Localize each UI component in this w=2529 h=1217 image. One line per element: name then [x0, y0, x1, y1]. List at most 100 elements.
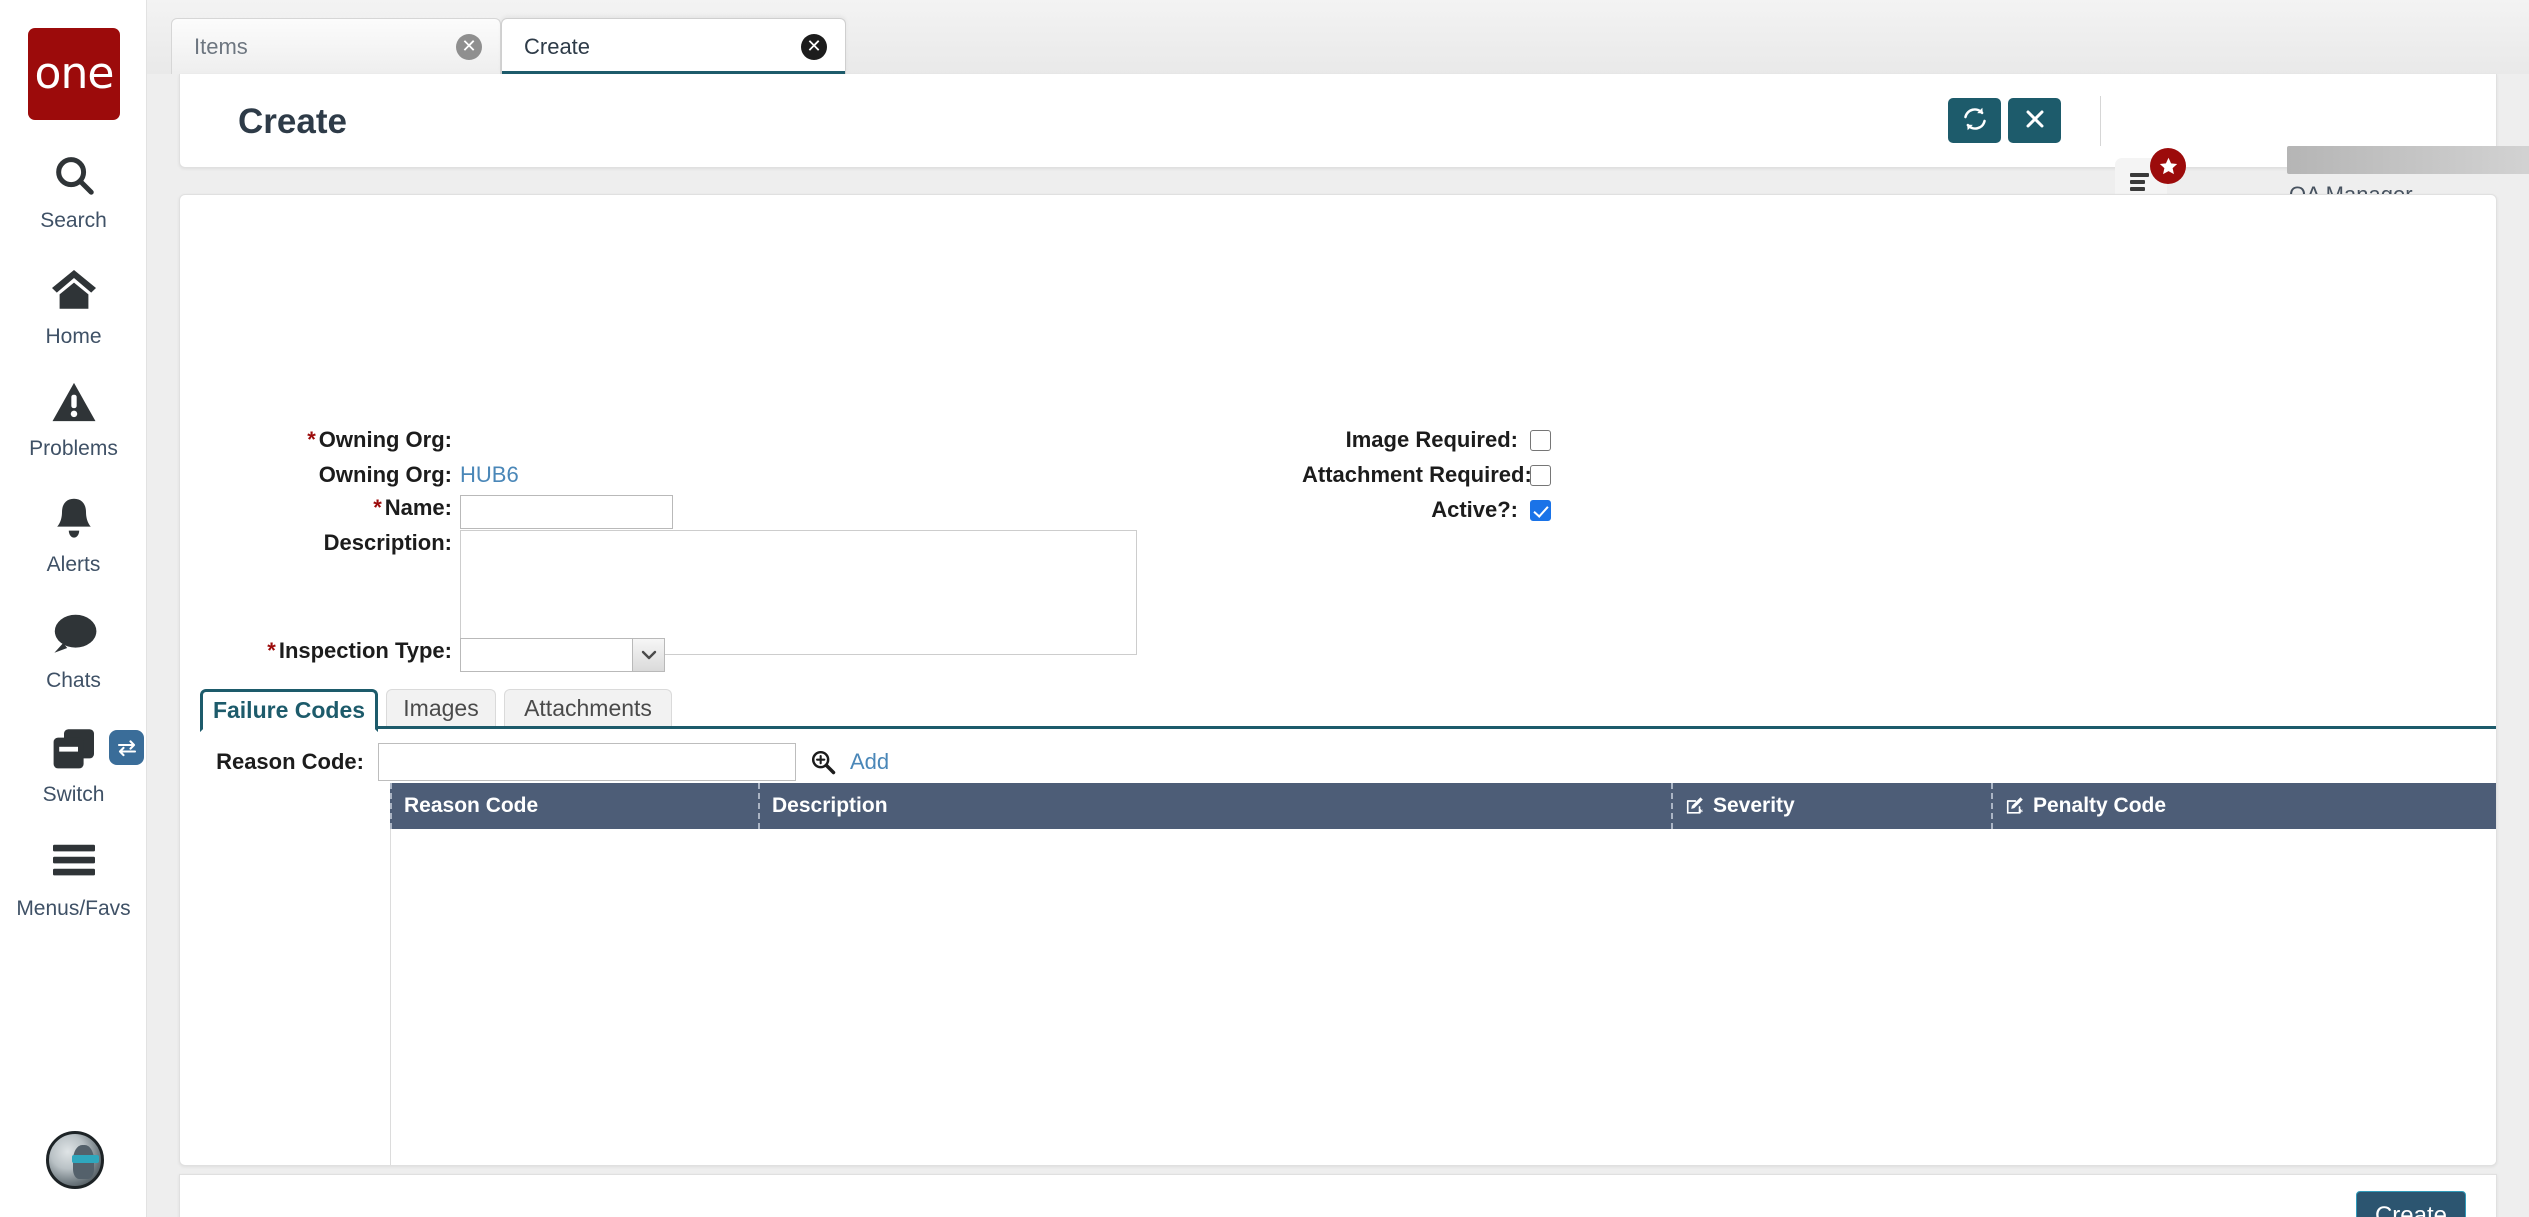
sidebar-item-label: Switch: [42, 783, 105, 806]
inspection-type-select[interactable]: [460, 638, 665, 672]
search-icon: [51, 152, 97, 202]
star-icon[interactable]: [2150, 148, 2186, 184]
page-body: Create * Owning Org: Owning Org: HUB6 * …: [147, 74, 2529, 1217]
reason-code-input[interactable]: [378, 743, 796, 781]
sidebar-item-problems[interactable]: Problems: [0, 380, 147, 461]
tab-images[interactable]: Images: [386, 689, 496, 726]
field-attachment-required: Attachment Required:: [1302, 462, 1551, 488]
field-label: Image Required:: [1345, 427, 1518, 452]
tab-label: Attachments: [524, 694, 652, 721]
sidebar-item-label: Menus/Favs: [16, 897, 131, 920]
field-description: Description:: [200, 530, 1180, 655]
avatar-visor-shape: [71, 1154, 99, 1164]
edit-pencil-icon: *: [1685, 796, 1705, 816]
svg-text:*: *: [1699, 807, 1704, 816]
field-active: Active?:: [1302, 497, 1551, 523]
failure-codes-table-body: [390, 829, 2496, 1165]
tab-failure-codes[interactable]: Failure Codes: [200, 689, 378, 732]
required-asterisk: *: [307, 427, 316, 452]
left-navigation-rail: one Search Home Problems Alerts Chats Sw…: [0, 0, 147, 1217]
tab-create[interactable]: Create ✕: [501, 18, 846, 74]
avatar[interactable]: [46, 1131, 104, 1189]
active-checkbox[interactable]: [1530, 499, 1551, 521]
field-label: * Name:: [373, 495, 452, 520]
failure-codes-table-header: Reason Code Description * Severity * Pen…: [390, 783, 2496, 829]
field-label: Description:: [323, 530, 452, 555]
attachment-required-checkbox[interactable]: [1530, 464, 1551, 486]
column-label: Description: [772, 794, 888, 817]
page-footer-bar: Create: [179, 1174, 2497, 1217]
owning-org-value-link[interactable]: HUB6: [460, 462, 519, 488]
description-textarea[interactable]: [460, 530, 1137, 655]
tab-items[interactable]: Items ✕: [171, 18, 501, 74]
edit-pencil-icon: *: [2005, 796, 2025, 816]
close-circle-icon[interactable]: ✕: [801, 33, 827, 60]
column-label: Reason Code: [404, 794, 539, 817]
brand-logo[interactable]: one: [28, 28, 120, 120]
user-name-redacted: [2287, 146, 2529, 174]
field-inspection-type: * Inspection Type:: [200, 638, 900, 672]
column-header-severity[interactable]: * Severity: [1671, 783, 1991, 829]
sidebar-item-label: Search: [40, 209, 107, 232]
reason-code-filter-row: Reason Code: Add: [200, 743, 889, 781]
sidebar-item-alerts[interactable]: Alerts: [0, 496, 147, 577]
field-name: * Name:: [200, 495, 900, 529]
field-label: * Inspection Type:: [267, 638, 452, 663]
chat-bubble-icon: [50, 612, 98, 662]
brand-logo-text: one: [34, 48, 115, 99]
sidebar-item-label: Home: [45, 325, 102, 348]
field-label: Active?:: [1431, 497, 1518, 522]
svg-text:*: *: [2019, 807, 2024, 816]
header-divider: [2100, 96, 2101, 146]
column-label: Severity: [1713, 794, 1795, 817]
form-content-card: * Owning Org: Owning Org: HUB6 * Name: Des…: [179, 194, 2497, 1166]
sidebar-item-home[interactable]: Home: [0, 268, 147, 349]
sidebar-item-chats[interactable]: Chats: [0, 612, 147, 693]
tab-label: Failure Codes: [212, 697, 366, 723]
field-label: Owning Org:: [318, 462, 452, 487]
sidebar-item-label: Chats: [46, 669, 101, 692]
tab-label: Create: [524, 33, 591, 59]
section-tab-bar: Failure Codes Images Attachments: [200, 689, 2496, 732]
tab-attachments[interactable]: Attachments: [504, 689, 672, 726]
image-required-checkbox[interactable]: [1530, 429, 1551, 451]
bell-icon: [52, 496, 96, 546]
browser-tab-strip: Items ✕ Create ✕: [147, 0, 2529, 74]
x-icon: [2024, 108, 2046, 133]
tab-label: Items: [194, 33, 248, 59]
sidebar-item-search[interactable]: Search: [0, 152, 147, 233]
column-header-reason-code[interactable]: Reason Code: [390, 783, 758, 829]
field-image-required: Image Required:: [1302, 427, 1551, 453]
close-circle-icon[interactable]: ✕: [456, 33, 482, 60]
copy-windows-icon: [50, 726, 98, 776]
add-reason-code-link[interactable]: Add: [850, 749, 889, 775]
swap-arrows-icon[interactable]: [109, 730, 144, 765]
field-label: * Owning Org:: [307, 427, 452, 452]
page-header-bar: Create: [179, 74, 2497, 168]
column-header-penalty-code[interactable]: * Penalty Code: [1991, 783, 2496, 829]
required-asterisk: *: [373, 495, 382, 520]
refresh-button[interactable]: [1948, 98, 2001, 143]
name-input[interactable]: [460, 495, 673, 529]
table-column-divider: [390, 829, 391, 1165]
application-window: one Search Home Problems Alerts Chats Sw…: [0, 0, 2529, 1217]
field-owning-org: Owning Org: HUB6: [200, 462, 900, 488]
column-header-description[interactable]: Description: [758, 783, 1671, 829]
close-page-button[interactable]: [2008, 98, 2061, 143]
page-title: Create: [238, 102, 347, 141]
sidebar-item-label: Alerts: [46, 553, 101, 576]
field-label: Attachment Required:: [1302, 462, 1532, 487]
sidebar-item-menus-favs[interactable]: Menus/Favs: [0, 840, 147, 921]
column-label: Penalty Code: [2033, 794, 2167, 817]
inspection-type-select-wrap: [460, 638, 665, 672]
field-owning-org-required: * Owning Org:: [200, 427, 900, 453]
home-icon: [50, 268, 98, 318]
create-button[interactable]: Create: [2356, 1191, 2466, 1217]
hamburger-icon: [50, 840, 98, 890]
refresh-icon: [1962, 106, 1988, 135]
warning-triangle-icon: [51, 380, 97, 430]
magnifier-plus-icon[interactable]: [808, 747, 838, 777]
tab-label: Images: [403, 694, 479, 721]
field-label: Reason Code:: [216, 749, 364, 774]
sidebar-item-label: Problems: [29, 437, 118, 460]
